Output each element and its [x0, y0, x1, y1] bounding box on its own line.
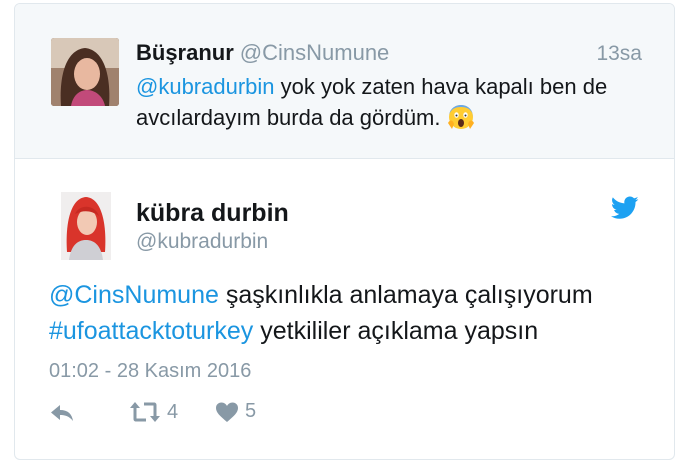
reply-button[interactable] [49, 402, 75, 424]
main-tweet-text: @CinsNumune şaşkınlıkla anlamaya çalışıy… [49, 277, 669, 349]
retweet-button[interactable]: 4 [129, 400, 178, 424]
parent-tweet[interactable]: Büşranur @CinsNumune 13sa @kubradurbin yo… [15, 4, 674, 159]
avatar-photo-icon [61, 192, 111, 260]
heart-icon [216, 402, 238, 422]
parent-time[interactable]: 13sa [596, 42, 642, 66]
parent-header: Büşranur @CinsNumune [136, 40, 389, 66]
hashtag-link[interactable]: #ufoattacktoturkey [49, 317, 253, 345]
like-button[interactable]: 5 [215, 400, 256, 423]
retweet-icon [130, 402, 160, 422]
main-text-part1: şaşkınlıkla anlamaya çalışıyorum [218, 281, 593, 309]
parent-mention-link[interactable]: @kubradurbin [136, 74, 275, 99]
reply-icon [51, 405, 73, 421]
face-screaming-in-fear-icon [447, 105, 474, 129]
parent-handle[interactable]: @CinsNumune [240, 40, 390, 65]
twitter-bird-icon[interactable] [611, 196, 639, 220]
parent-tweet-text: @kubradurbin yok yok zaten hava kapalı b… [136, 71, 636, 133]
main-mention-link[interactable]: @CinsNumune [49, 281, 219, 309]
like-count: 5 [245, 400, 257, 422]
retweet-count: 4 [167, 400, 179, 423]
author-avatar[interactable] [61, 192, 111, 260]
author-handle[interactable]: @kubradurbin [136, 230, 268, 254]
tweet-timestamp[interactable]: 01:02 - 28 Kasım 2016 [49, 360, 251, 383]
author-display-name[interactable]: kübra durbin [136, 199, 289, 228]
main-text-part2: yetkililer açıklama yapsın [253, 317, 539, 345]
avatar-photo-icon [51, 38, 119, 106]
tweet-card: Büşranur @CinsNumune 13sa @kubradurbin yo… [14, 3, 675, 460]
parent-display-name[interactable]: Büşranur [136, 40, 234, 65]
parent-avatar[interactable] [51, 38, 119, 106]
